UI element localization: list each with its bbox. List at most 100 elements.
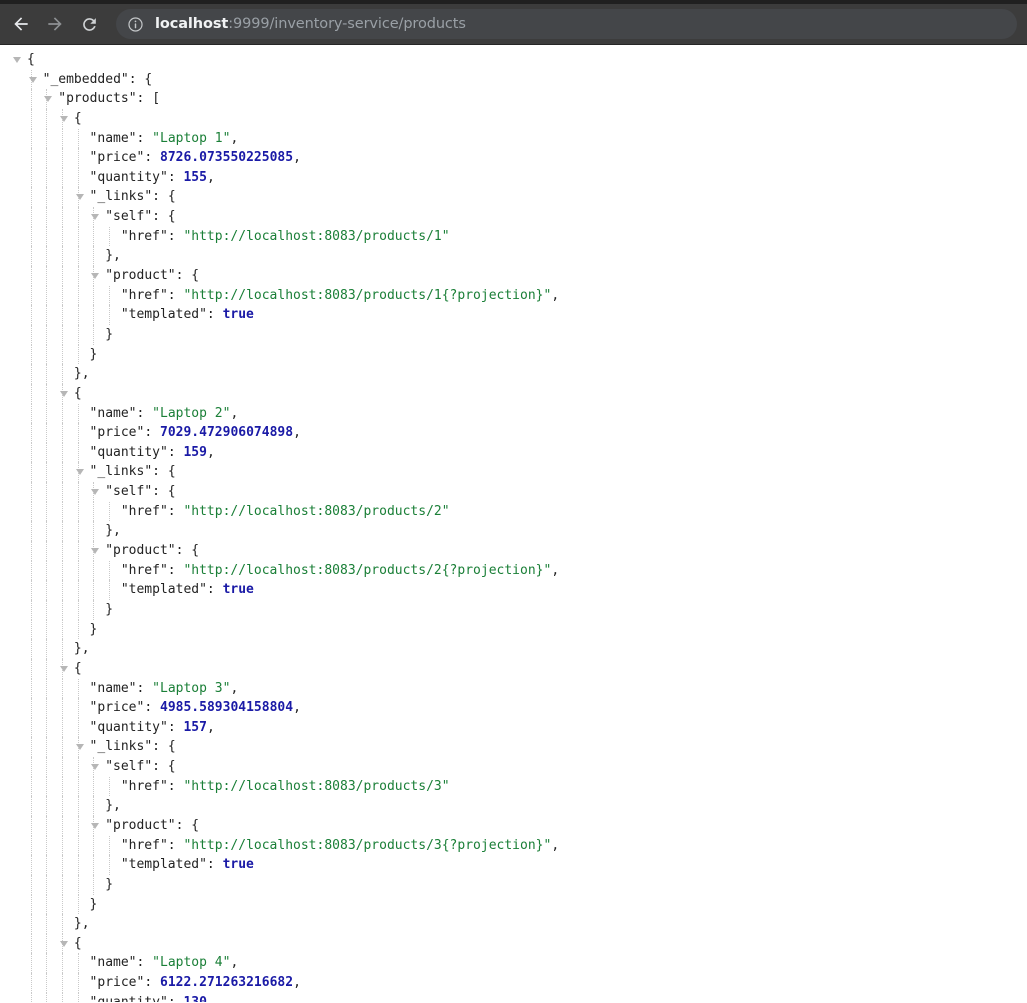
collapse-toggle-icon[interactable]: [13, 57, 21, 63]
json-punctuation: : {: [152, 759, 176, 775]
indent-guide: [61, 796, 63, 816]
indent-guide: [93, 796, 95, 816]
json-punctuation: :: [144, 975, 160, 991]
collapse-toggle-icon[interactable]: [91, 548, 100, 555]
json-key: "price": [89, 425, 145, 441]
indent-guide: [77, 266, 79, 286]
json-line: "_links": {: [0, 462, 1027, 483]
indent-guide: [93, 305, 95, 325]
json-line: "_links": {: [0, 187, 1027, 208]
json-line: }: [0, 894, 1027, 915]
indent-guide: [77, 953, 79, 974]
json-punctuation: {: [73, 935, 82, 951]
json-punctuation: {: [73, 660, 82, 676]
collapse-toggle-icon[interactable]: [59, 940, 68, 947]
collapse-toggle-icon[interactable]: [91, 764, 100, 771]
indent-guide: [46, 599, 48, 620]
json-punctuation: }: [89, 346, 98, 362]
json-punctuation: ,: [206, 169, 215, 185]
json-key: "quantity": [89, 169, 168, 185]
json-line: "self": {: [0, 207, 1027, 227]
json-punctuation: :: [136, 955, 153, 971]
indent-guide: [30, 403, 32, 424]
json-line: },: [0, 639, 1027, 659]
collapse-toggle-icon[interactable]: [28, 76, 37, 83]
url-path: :9999/inventory-service/products: [228, 16, 466, 32]
indent-guide: [77, 973, 79, 993]
indent-guide: [61, 442, 63, 463]
forward-button[interactable]: [40, 9, 70, 39]
json-key: "product": [105, 543, 176, 559]
json-line: "name": "Laptop 1",: [0, 128, 1027, 149]
json-punctuation: ,: [293, 700, 301, 716]
collapse-toggle-icon[interactable]: [91, 489, 100, 496]
reload-button[interactable]: [74, 9, 104, 39]
json-line: },: [0, 521, 1027, 542]
indent-guide: [30, 226, 32, 247]
json-punctuation: :: [206, 307, 223, 323]
json-punctuation: ,: [551, 287, 560, 303]
collapse-toggle-icon[interactable]: [59, 390, 68, 397]
indent-guide: [77, 148, 79, 168]
json-punctuation: : {: [175, 543, 200, 559]
collapse-toggle-icon[interactable]: [75, 469, 84, 476]
json-punctuation: ,: [230, 130, 239, 146]
collapse-toggle-icon[interactable]: [59, 665, 68, 672]
collapse-toggle-icon[interactable]: [75, 194, 84, 201]
indent-guide: [46, 914, 48, 934]
json-string-value: "http://localhost:8083/products/1": [183, 228, 450, 244]
indent-guide: [46, 442, 48, 463]
indent-guide: [46, 933, 48, 954]
indent-guide: [30, 266, 32, 286]
indent-guide: [30, 992, 32, 1002]
back-button[interactable]: [6, 9, 36, 39]
json-punctuation: },: [73, 916, 90, 932]
json-punctuation: ,: [293, 150, 301, 166]
json-punctuation: ,: [206, 444, 215, 460]
json-line: },: [0, 914, 1027, 934]
json-punctuation: ,: [230, 955, 239, 971]
json-punctuation: ,: [551, 837, 560, 853]
indent-guide: [77, 698, 79, 718]
json-punctuation: :: [167, 837, 184, 853]
indent-guide: [61, 482, 63, 502]
indent-guide: [30, 874, 32, 895]
indent-guide: [61, 815, 63, 836]
indent-guide: [46, 796, 48, 816]
indent-guide: [93, 874, 95, 895]
json-key: "href": [120, 778, 168, 794]
collapse-toggle-icon[interactable]: [91, 214, 100, 221]
indent-guide: [30, 737, 32, 758]
browser-toolbar: localhost:9999/inventory-service/product…: [0, 0, 1027, 45]
indent-guide: [93, 855, 95, 875]
indent-guide: [46, 364, 48, 384]
collapse-toggle-icon[interactable]: [91, 822, 100, 829]
json-number-value: 4985.589304158804: [160, 700, 294, 716]
collapse-toggle-icon[interactable]: [44, 96, 53, 103]
json-line: "templated": true: [0, 305, 1027, 325]
json-key: "_links": [89, 189, 153, 205]
indent-guide: [77, 874, 79, 895]
collapse-toggle-icon[interactable]: [75, 744, 84, 751]
indent-guide: [30, 757, 32, 777]
indent-guide: [77, 167, 79, 188]
indent-guide: [30, 285, 32, 306]
indent-guide: [46, 835, 48, 856]
json-punctuation: :: [168, 995, 184, 1002]
indent-guide: [30, 344, 32, 365]
indent-guide: [61, 541, 63, 561]
address-bar[interactable]: localhost:9999/inventory-service/product…: [116, 9, 1017, 39]
collapse-toggle-icon[interactable]: [59, 115, 68, 122]
json-line: "quantity": 155,: [0, 167, 1027, 188]
collapse-toggle-icon[interactable]: [91, 273, 100, 280]
site-info-icon[interactable]: [127, 16, 144, 33]
indent-guide: [46, 894, 48, 915]
indent-guide: [61, 717, 63, 738]
indent-guide: [30, 89, 32, 109]
indent-guide: [77, 776, 79, 797]
json-key: "price": [89, 975, 145, 991]
indent-guide: [61, 992, 63, 1002]
json-key: "price": [89, 700, 145, 716]
json-string-value: "http://localhost:8083/products/1{?proje…: [183, 287, 552, 303]
json-punctuation: :: [167, 562, 184, 578]
